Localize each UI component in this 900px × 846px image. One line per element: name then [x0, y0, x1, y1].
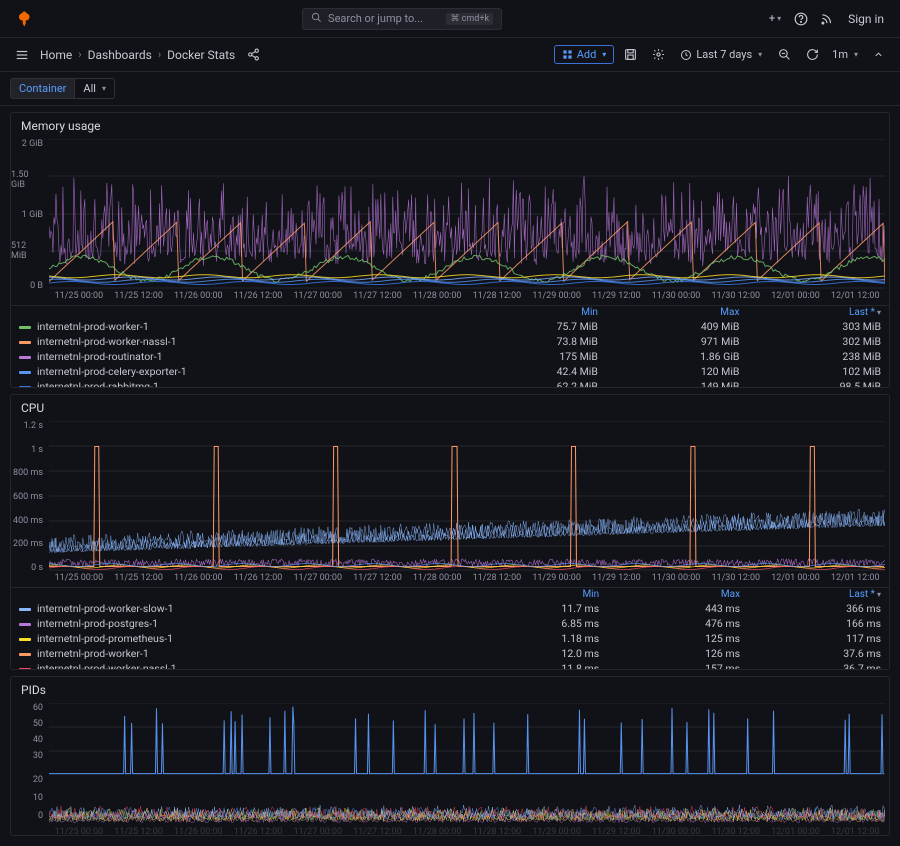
cpu-legend: Min Max Last *▾ internetnl-prod-worker-s… — [11, 587, 889, 669]
search-kbd-hint: ⌘ cmd+k — [446, 13, 493, 25]
dashboard-save-icon[interactable] — [618, 43, 642, 67]
breadcrumb-sep: › — [158, 48, 161, 61]
legend-row[interactable]: internetnl-prod-celery-exporter-142.4 Mi… — [11, 364, 889, 379]
grafana-logo-icon[interactable] — [16, 10, 34, 28]
legend-row[interactable]: internetnl-prod-worker-112.0 ms126 ms37.… — [11, 646, 889, 661]
panel-title[interactable]: PIDs — [11, 677, 889, 703]
variable-value: All — [83, 82, 96, 95]
panel-title[interactable]: Memory usage — [11, 113, 889, 139]
refresh-interval-label: 1m — [832, 48, 848, 61]
legend-row[interactable]: internetnl-prod-worker-slow-111.7 ms443 … — [11, 601, 889, 616]
news-icon[interactable] — [814, 6, 840, 32]
legend-row[interactable]: internetnl-prod-worker-nassl-173.8 MiB97… — [11, 334, 889, 349]
legend-row[interactable]: internetnl-prod-routinator-1175 MiB1.86 … — [11, 349, 889, 364]
legend-row[interactable]: internetnl-prod-rabbitmq-162.2 MiB149 Mi… — [11, 379, 889, 387]
memory-x-axis: 11/25 00:0011/25 12:0011/26 00:0011/26 1… — [49, 289, 885, 305]
cpu-y-axis: 1.2 s1 s800 ms600 ms400 ms200 ms0 s — [11, 421, 47, 573]
add-panel-button[interactable]: Add ▾ — [554, 45, 615, 64]
col-max[interactable]: Max — [606, 306, 748, 319]
zoom-out-icon[interactable] — [772, 43, 796, 67]
breadcrumb-bar: Home › Dashboards › Docker Stats Add ▾ L… — [0, 38, 900, 72]
panel-title[interactable]: CPU — [11, 395, 889, 421]
memory-legend: Min Max Last *▾ internetnl-prod-worker-1… — [11, 305, 889, 387]
global-search-input[interactable]: Search or jump to... ⌘ cmd+k — [302, 8, 502, 30]
pids-x-axis: 11/25 00:0011/25 12:0011/26 00:0011/26 1… — [49, 825, 885, 835]
memory-plot[interactable] — [49, 139, 885, 289]
col-min[interactable]: Min — [464, 306, 606, 319]
sign-in-link[interactable]: Sign in — [840, 12, 892, 26]
legend-row[interactable]: internetnl-prod-worker-nassl-111.8 ms157… — [11, 661, 889, 669]
pids-y-axis-upper: 60504030 — [11, 703, 47, 761]
kiosk-toggle-icon[interactable] — [866, 43, 890, 67]
time-range-label: Last 7 days — [696, 48, 752, 61]
refresh-icon[interactable] — [800, 43, 824, 67]
top-nav: Search or jump to... ⌘ cmd+k +▾ Sign in — [0, 0, 900, 38]
col-last[interactable]: Last *▾ — [747, 306, 889, 319]
dashboard-settings-icon[interactable] — [646, 43, 670, 67]
cpu-x-axis: 11/25 00:0011/25 12:0011/26 00:0011/26 1… — [49, 571, 885, 587]
search-placeholder: Search or jump to... — [328, 12, 423, 25]
variable-value-picker[interactable]: All▾ — [75, 78, 115, 99]
pids-plot-lower[interactable] — [49, 775, 885, 825]
cpu-plot[interactable] — [49, 421, 885, 571]
help-icon[interactable] — [788, 6, 814, 32]
add-menu-icon[interactable]: +▾ — [762, 6, 788, 32]
share-icon[interactable] — [241, 43, 265, 67]
variable-row: Container All▾ — [0, 72, 900, 106]
legend-row[interactable]: internetnl-prod-prometheus-11.18 ms125 m… — [11, 631, 889, 646]
panel-memory: Memory usage 2 GiB1.50 GiB1 GiB512 MiB0 … — [10, 112, 890, 388]
refresh-interval-picker[interactable]: 1m▾ — [828, 46, 862, 63]
col-min[interactable]: Min — [466, 588, 607, 601]
variable-name: Container — [10, 78, 75, 99]
legend-row[interactable]: internetnl-prod-worker-175.7 MiB409 MiB3… — [11, 319, 889, 334]
menu-toggle-icon[interactable] — [10, 43, 34, 67]
legend-row[interactable]: internetnl-prod-postgres-16.85 ms476 ms1… — [11, 616, 889, 631]
breadcrumb-home[interactable]: Home — [40, 48, 72, 62]
breadcrumb-sep: › — [78, 48, 81, 61]
panel-cpu: CPU 1.2 s1 s800 ms600 ms400 ms200 ms0 s … — [10, 394, 890, 670]
panel-pids: PIDs 60504030 20100 11/25 00:0011/25 12:… — [10, 676, 890, 836]
memory-y-axis: 2 GiB1.50 GiB1 GiB512 MiB0 B — [11, 139, 47, 291]
pids-plot-upper[interactable] — [49, 703, 885, 775]
breadcrumb-dashboards[interactable]: Dashboards — [88, 48, 152, 62]
breadcrumb-current[interactable]: Docker Stats — [167, 48, 235, 62]
add-panel-label: Add — [577, 48, 597, 61]
search-icon — [311, 12, 322, 26]
time-range-picker[interactable]: Last 7 days ▾ — [674, 46, 768, 63]
col-last[interactable]: Last *▾ — [748, 588, 889, 601]
pids-y-axis-lower: 20100 — [11, 775, 47, 821]
col-max[interactable]: Max — [607, 588, 748, 601]
